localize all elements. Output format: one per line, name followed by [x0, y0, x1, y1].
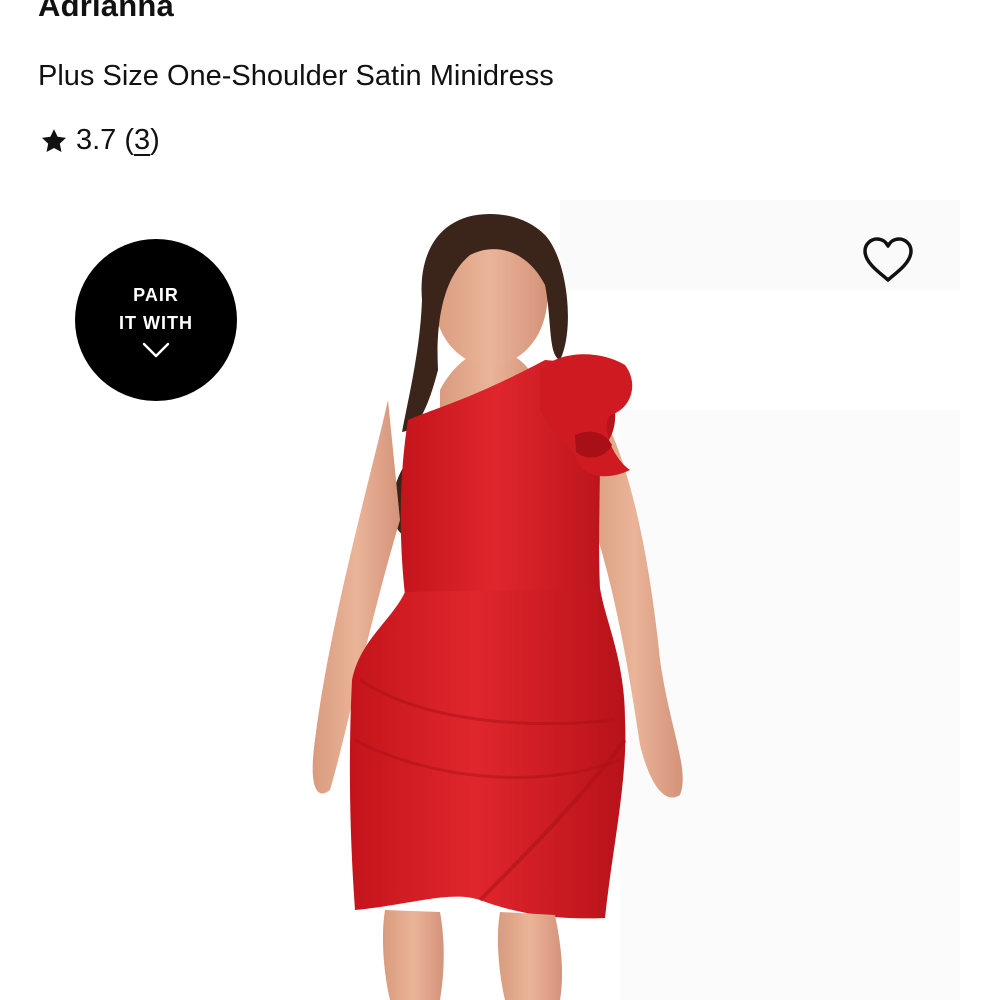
heart-icon[interactable]: [861, 236, 915, 284]
pair-badge-line2: IT WITH: [119, 313, 193, 333]
brand-name[interactable]: Adrianna: [38, 0, 174, 24]
review-count[interactable]: (3): [124, 124, 159, 157]
product-title: Plus Size One-Shoulder Satin Minidress: [38, 60, 554, 92]
rating-summary: 3.7 (3): [40, 124, 160, 157]
favorite-button[interactable]: [858, 232, 918, 288]
review-count-link[interactable]: 3: [134, 124, 150, 156]
chevron-down-icon: [142, 342, 170, 358]
review-count-open-paren: (: [124, 124, 134, 156]
rating-value: 3.7: [76, 124, 117, 156]
pair-badge-line1: PAIR: [133, 285, 179, 305]
pair-it-with-button[interactable]: PAIR IT WITH: [75, 239, 237, 401]
product-page: Adrianna Plus Size One-Shoulder Satin Mi…: [0, 0, 1000, 1000]
review-count-close-paren: ): [150, 124, 160, 156]
star-icon: [41, 128, 67, 152]
